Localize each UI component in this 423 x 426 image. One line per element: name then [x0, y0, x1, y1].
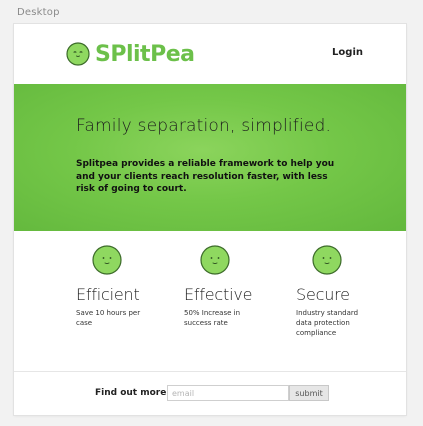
pea-face-icon [200, 245, 230, 275]
frame-label: Desktop [17, 7, 60, 18]
hero-description: Splitpea provides a reliable framework t… [76, 159, 335, 194]
site-header: SPlitPea Login [14, 24, 406, 84]
pea-face-icon [92, 245, 122, 275]
hero-section: Family separation, simplified. Splitpea … [14, 84, 406, 231]
feature-title: Efficient [76, 285, 140, 304]
feature-text: Industry standard data protection compli… [296, 309, 359, 337]
feature-efficient: Efficient Save 10 hours per case [76, 245, 186, 328]
email-input[interactable] [167, 385, 289, 401]
desktop-frame: SPlitPea Login Family separation, simpli… [14, 24, 406, 415]
feature-effective: Effective 50% Increase in success rate [184, 245, 294, 328]
logo[interactable]: SPlitPea [66, 38, 195, 70]
hero-title: Family separation, simplified. [76, 116, 332, 136]
logo-text: SPlitPea [95, 41, 195, 67]
pea-face-icon [312, 245, 342, 275]
submit-button[interactable]: submit [289, 385, 329, 401]
pea-logo-icon [66, 42, 90, 66]
feature-title: Secure [296, 285, 350, 304]
login-link[interactable]: Login [332, 47, 363, 58]
feature-text: 50% Increase in success rate [184, 309, 241, 327]
features-section: Efficient Save 10 hours per case Effecti… [14, 231, 406, 371]
find-out-more-label: Find out more: [95, 388, 170, 398]
signup-footer: Find out more: submit [14, 372, 406, 415]
feature-secure: Secure Industry standard data protection… [296, 245, 406, 338]
feature-text: Save 10 hours per case [76, 309, 141, 327]
feature-title: Effective [184, 285, 253, 304]
